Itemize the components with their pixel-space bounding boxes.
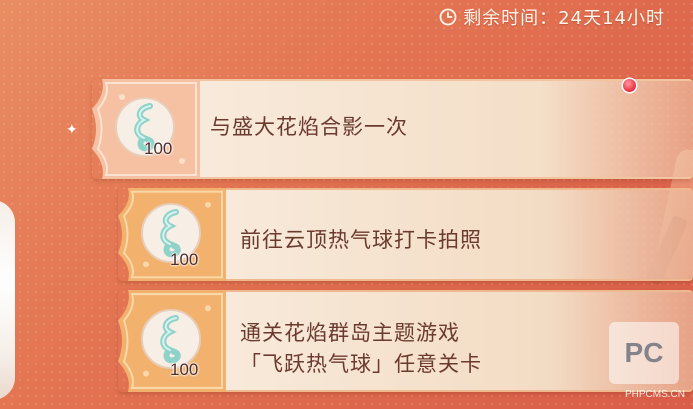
event-task-panel: 剩余时间：24天14小时 ✦ 100 与盛大花焰合影一次 100 前往云顶热气球… [0,0,693,409]
remaining-time-text: 剩余时间：24天14小时 [463,8,665,29]
task-card[interactable]: 100 通关花焰群岛主题游戏「飞跃热气球」任意关卡 [118,290,693,392]
task-title: 通关花焰群岛主题游戏「飞跃热气球」任意关卡 [240,321,482,376]
task-title: 前往云顶热气球打卡拍照 [240,228,482,252]
watermark-logo: PC [609,322,679,384]
task-card[interactable]: 100 前往云顶热气球打卡拍照 [118,188,693,281]
task-title: 与盛大花焰合影一次 [210,115,408,139]
clock-icon [439,8,457,26]
character-edge [0,200,15,400]
remaining-time: 剩余时间：24天14小时 [439,4,665,30]
reward-count: 100 [144,139,173,158]
task-card[interactable]: 100 与盛大花焰合影一次 [92,79,693,179]
reward-count: 100 [170,360,199,379]
reward-count: 100 [170,250,199,269]
sparkle-icon: ✦ [66,122,78,138]
notification-dot [623,79,636,92]
watermark-text: PHPCMS.CN [624,389,685,400]
